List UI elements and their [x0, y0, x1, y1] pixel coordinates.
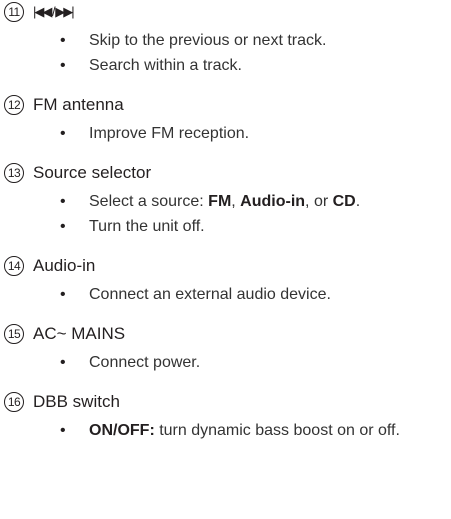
bullet-dot: •: [60, 354, 66, 371]
bullet-text-wrap: ON/OFF: turn dynamic bass boost on or of…: [89, 418, 424, 443]
section-header: 12 FM antenna: [2, 95, 442, 121]
section-title: |◀◀ / ▶▶|: [33, 1, 75, 23]
section-12: 12 FM antenna • Improve FM reception.: [2, 95, 442, 146]
section-number: 11: [4, 2, 24, 22]
bullet-dot: •: [60, 32, 66, 49]
section-header: 13 Source selector: [2, 163, 442, 189]
source-audio-in: Audio-in: [240, 193, 306, 210]
section-number: 14: [4, 256, 24, 276]
section-title: DBB switch: [33, 392, 120, 411]
section-header: 15 AC~ MAINS: [2, 324, 442, 350]
bullet-list: • Improve FM reception.: [2, 121, 442, 146]
list-item: • Skip to the previous or next track.: [2, 28, 442, 53]
bullet-text: Connect an external audio device.: [89, 286, 331, 303]
section-13: 13 Source selector • Select a source: FM…: [2, 163, 442, 239]
section-16: 16 DBB switch • ON/OFF: turn dynamic bas…: [2, 392, 442, 443]
section-number: 12: [4, 95, 24, 115]
section-15: 15 AC~ MAINS • Connect power.: [2, 324, 442, 375]
section-header: 11 |◀◀ / ▶▶|: [2, 2, 442, 28]
bullet-text-prefix: Select a source:: [89, 193, 209, 210]
section-number: 15: [4, 324, 24, 344]
section-title: Source selector: [33, 163, 152, 182]
list-item: • ON/OFF: turn dynamic bass boost on or …: [2, 418, 442, 443]
section-header: 14 Audio-in: [2, 256, 442, 282]
dbb-label: ON/OFF:: [89, 422, 155, 439]
bullet-text-suffix: .: [355, 193, 361, 210]
list-item: • Search within a track.: [2, 53, 442, 78]
section-title: Audio-in: [33, 256, 96, 275]
bullet-list: • Connect an external audio device.: [2, 282, 442, 307]
section-number: 13: [4, 163, 24, 183]
separator: ,: [231, 193, 241, 210]
list-item: • Select a source: FM, Audio-in, or CD.: [2, 189, 442, 214]
section-number: 16: [4, 392, 24, 412]
prev-next-track-icon: |◀◀ / ▶▶|: [33, 4, 75, 19]
bullet-dot: •: [60, 422, 66, 439]
bullet-dot: •: [60, 193, 66, 210]
bullet-dot: •: [60, 125, 66, 142]
bullet-list: • Skip to the previous or next track. • …: [2, 28, 442, 78]
bullet-dot: •: [60, 286, 66, 303]
bullet-text: Turn the unit off.: [89, 218, 205, 235]
bullet-dot: •: [60, 218, 66, 235]
bullet-text: Skip to the previous or next track.: [89, 32, 327, 49]
source-cd: CD: [332, 193, 356, 210]
section-title: AC~ MAINS: [33, 324, 126, 343]
bullet-text: Improve FM reception.: [89, 125, 250, 142]
bullet-list: • Connect power.: [2, 350, 442, 375]
list-item: • Turn the unit off.: [2, 214, 442, 239]
manual-page: 11 |◀◀ / ▶▶| • Skip to the previous or n…: [0, 0, 451, 519]
list-item: • Connect power.: [2, 350, 442, 375]
bullet-text: Search within a track.: [89, 57, 242, 74]
bullet-dot: •: [60, 57, 66, 74]
list-item: • Connect an external audio device.: [2, 282, 442, 307]
source-fm: FM: [208, 193, 232, 210]
bullet-text: Connect power.: [89, 354, 201, 371]
bullet-text: turn dynamic bass boost on or off.: [154, 422, 400, 439]
section-11: 11 |◀◀ / ▶▶| • Skip to the previous or n…: [2, 2, 442, 78]
bullet-list: • ON/OFF: turn dynamic bass boost on or …: [2, 418, 442, 443]
section-title: FM antenna: [33, 95, 124, 114]
separator: , or: [305, 193, 333, 210]
bullet-list: • Select a source: FM, Audio-in, or CD. …: [2, 189, 442, 239]
section-14: 14 Audio-in • Connect an external audio …: [2, 256, 442, 307]
list-item: • Improve FM reception.: [2, 121, 442, 146]
section-header: 16 DBB switch: [2, 392, 442, 418]
